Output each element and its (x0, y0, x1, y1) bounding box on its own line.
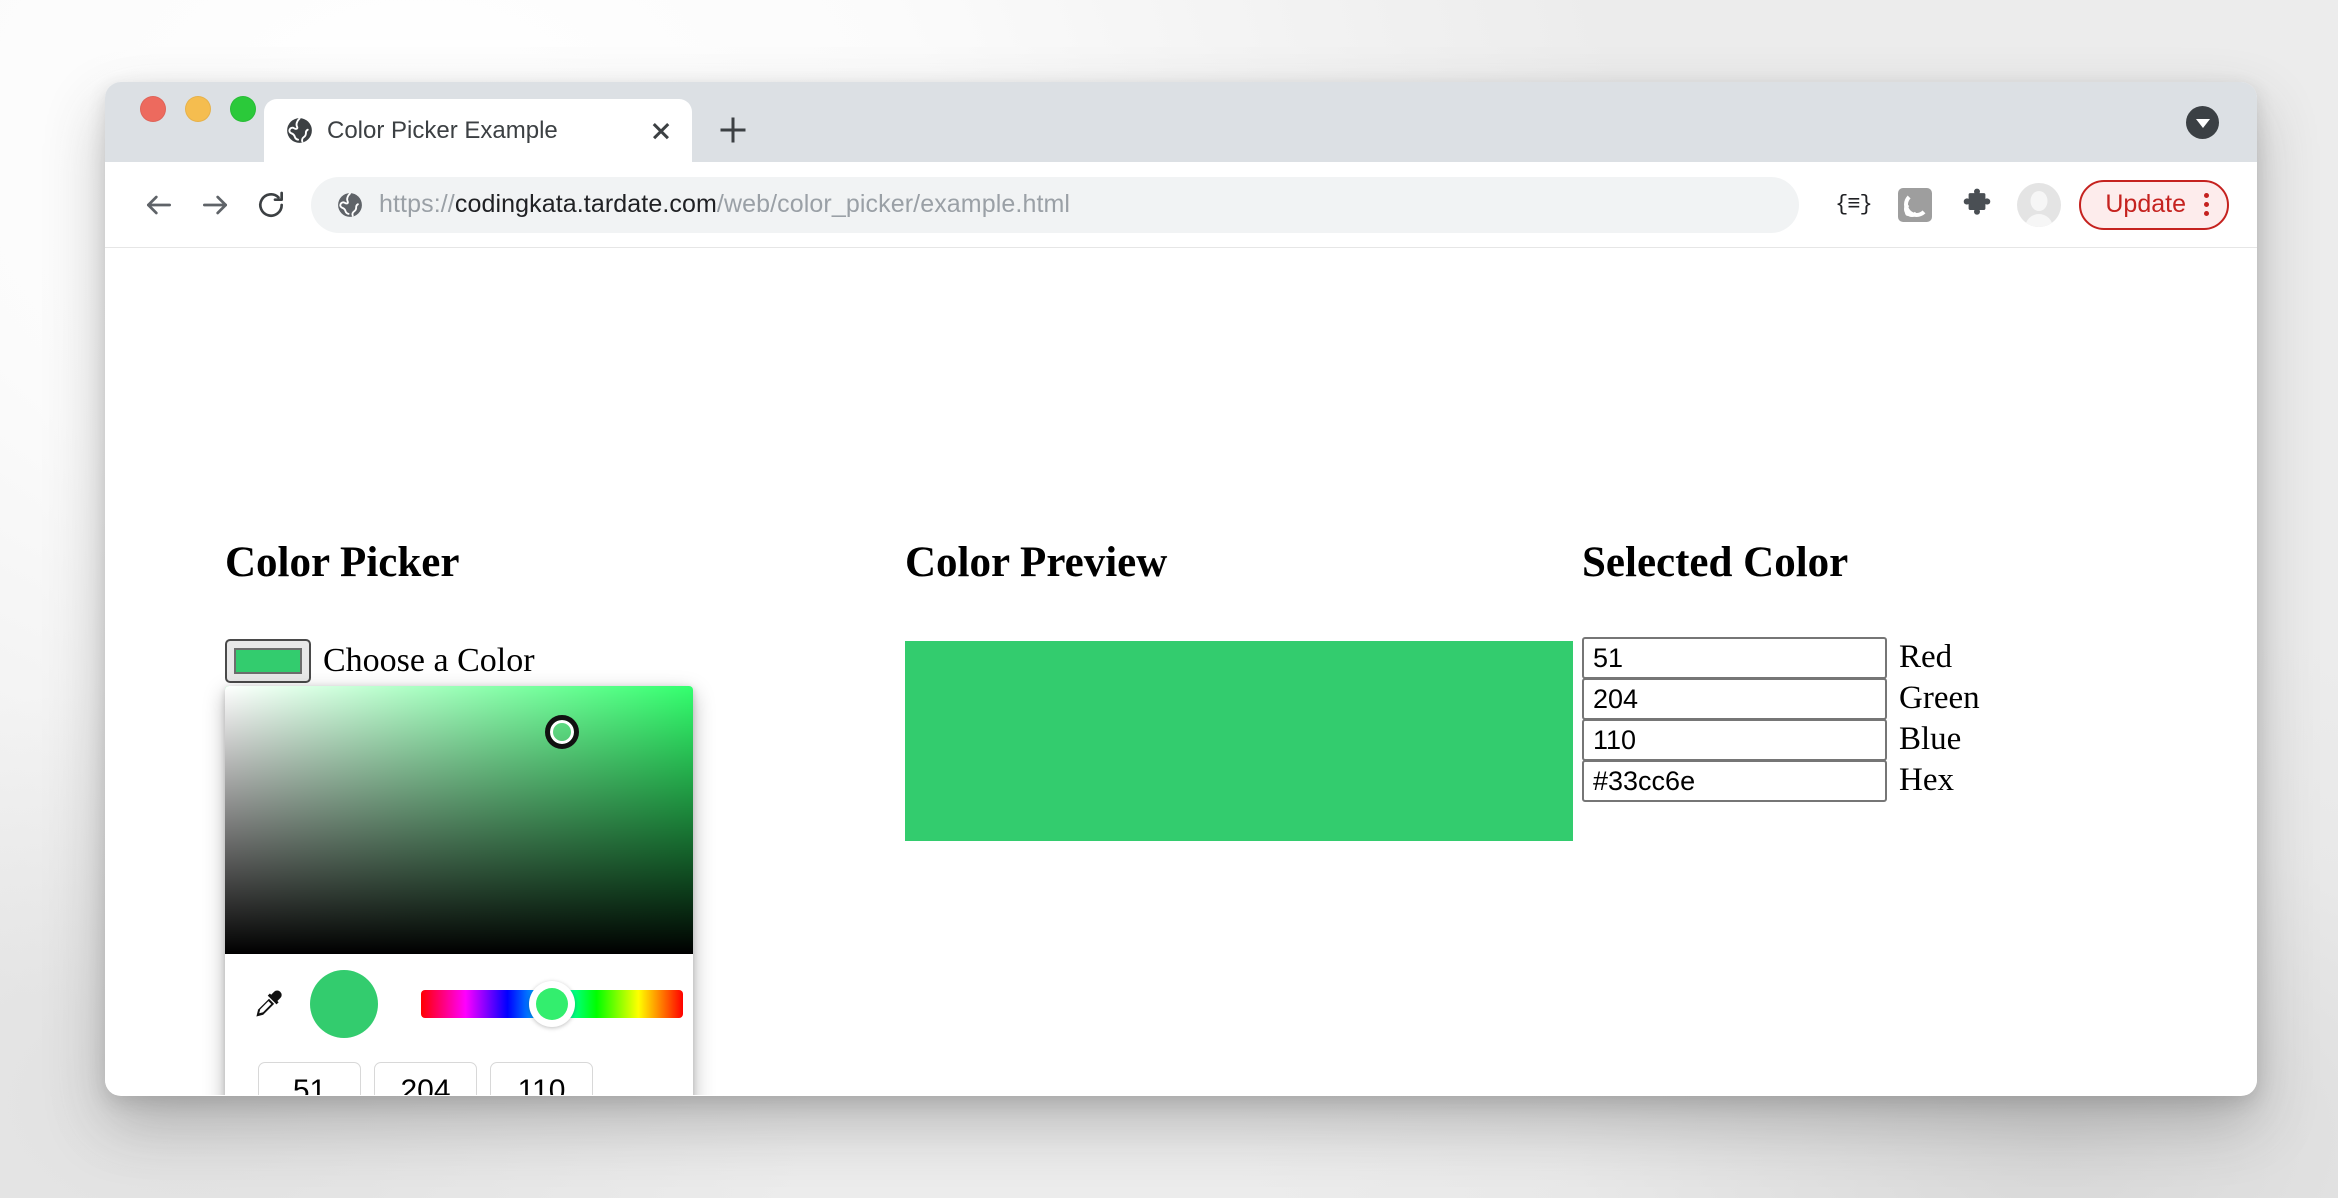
hex-value-label: Hex (1899, 762, 1954, 798)
page-title-selected-color: Selected Color (1582, 539, 1849, 586)
choose-color-label: Choose a Color (323, 642, 535, 679)
chevron-down-icon[interactable] (2186, 106, 2219, 139)
red-channel-input[interactable]: 51 (258, 1062, 361, 1095)
page-title-color-picker: Color Picker (225, 539, 460, 586)
picker-controls: 51 204 110 R G B (225, 954, 693, 1095)
url-domain: codingkata.tardate.com (454, 190, 717, 218)
eyedropper-icon[interactable] (253, 988, 287, 1022)
tab-strip: Color Picker Example (105, 82, 2257, 162)
window-maximize-button[interactable] (230, 96, 256, 122)
close-icon[interactable] (644, 114, 678, 148)
url-path: /web/color_picker/example.html (716, 190, 1071, 218)
saturation-value-handle[interactable] (545, 715, 579, 749)
url-scheme: https:// (379, 190, 455, 218)
plus-icon[interactable] (704, 101, 762, 159)
tab-title: Color Picker Example (327, 116, 558, 144)
red-value-label: Red (1899, 639, 1953, 675)
blue-channel-input[interactable]: 110 (490, 1062, 593, 1095)
address-bar[interactable]: https://codingkata.tardate.com/web/color… (311, 176, 1800, 233)
green-channel-input[interactable]: 204 (374, 1062, 477, 1095)
window-traffic-lights (105, 82, 256, 162)
red-value-input[interactable]: 51 (1582, 637, 1887, 679)
globe-icon (338, 192, 362, 217)
selected-color-row-red: 51 Red (1582, 637, 1980, 679)
avatar-head (2030, 190, 2048, 211)
update-button-label: Update (2105, 190, 2186, 218)
three-dots-vertical-icon[interactable] (2204, 193, 2213, 216)
saturation-value-area[interactable] (225, 686, 693, 954)
color-preview-block (905, 641, 1573, 841)
arrow-left-icon[interactable] (131, 177, 187, 233)
hue-slider-handle[interactable] (529, 981, 575, 1027)
hex-value-input[interactable]: #33cc6e (1582, 760, 1887, 802)
browser-toolbar: https://codingkata.tardate.com/web/color… (105, 162, 2257, 248)
green-value-label: Green (1899, 680, 1980, 716)
rgb-input-group: 51 204 110 (258, 1062, 593, 1095)
page-title-color-preview: Color Preview (905, 539, 1168, 586)
browser-window: Color Picker Example https://codingkata.… (105, 82, 2257, 1096)
arrow-right-icon[interactable] (187, 177, 243, 233)
native-color-picker-popup[interactable]: 51 204 110 R G B (225, 686, 693, 1095)
page-viewport: Color Picker Color Preview Selected Colo… (105, 248, 2257, 1095)
profile-avatar-icon[interactable] (2017, 182, 2062, 227)
caret-shape (2195, 118, 2210, 128)
selected-color-fields: 51 Red 204 Green 110 Blue #33cc6e Hex (1582, 637, 1980, 802)
selected-color-row-green: 204 Green (1582, 678, 1980, 720)
update-button[interactable]: Update (2079, 179, 2229, 230)
current-color-swatch (310, 970, 378, 1038)
puzzle-extensions-icon[interactable] (1951, 179, 2003, 231)
blue-value-input[interactable]: 110 (1582, 719, 1887, 761)
green-value-input[interactable]: 204 (1582, 678, 1887, 720)
globe-icon (287, 117, 312, 143)
tab-color-picker-example[interactable]: Color Picker Example (264, 99, 692, 162)
hue-slider[interactable] (421, 981, 683, 1027)
color-input-swatch-fill (234, 648, 302, 674)
avatar-body (2025, 213, 2054, 227)
rss-glyph (1898, 187, 1933, 222)
json-viewer-icon[interactable]: {≡} (1827, 179, 1879, 231)
sv-value-gradient (225, 686, 693, 954)
choose-color-row: Choose a Color (225, 639, 535, 683)
selected-color-row-hex: #33cc6e Hex (1582, 760, 1980, 802)
hue-handle-fill (536, 988, 568, 1020)
window-minimize-button[interactable] (185, 96, 211, 122)
window-close-button[interactable] (140, 96, 166, 122)
color-input-button[interactable] (225, 639, 311, 683)
address-bar-url: https://codingkata.tardate.com/web/color… (379, 190, 1070, 219)
reload-icon[interactable] (243, 177, 299, 233)
blue-value-label: Blue (1899, 721, 1962, 757)
selected-color-row-blue: 110 Blue (1582, 719, 1980, 761)
rss-feed-icon[interactable] (1889, 179, 1941, 231)
